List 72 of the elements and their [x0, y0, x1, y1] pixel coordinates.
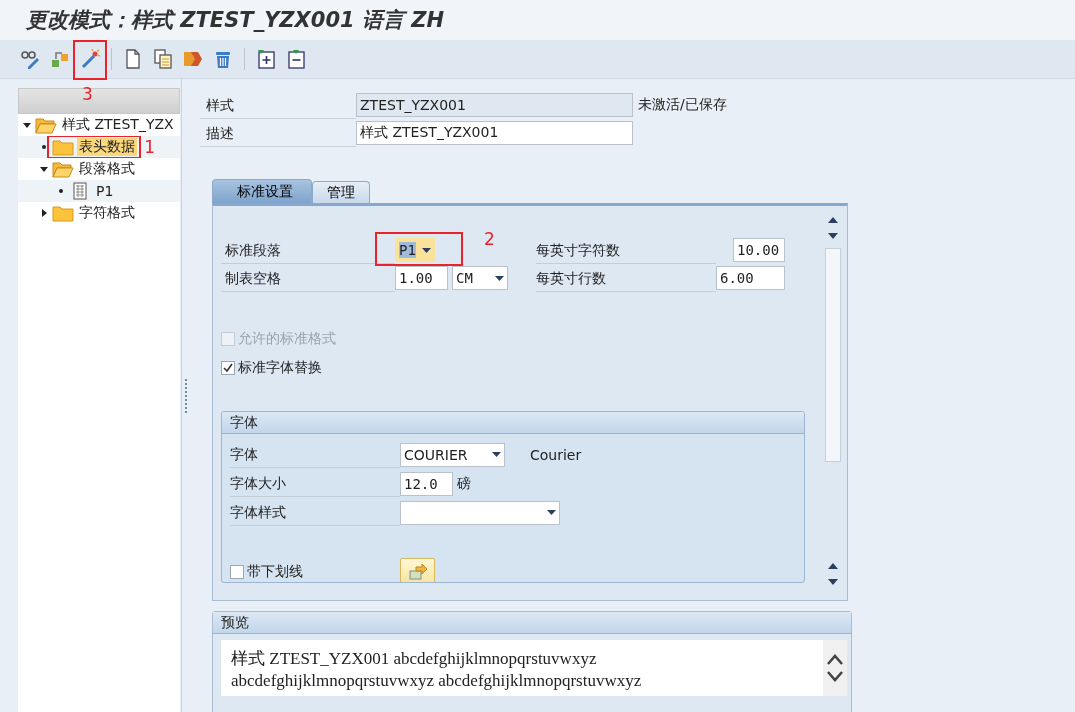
- open-folder-icon: [35, 116, 57, 134]
- arrow-tag-icon: [183, 49, 203, 69]
- field-label: 每英寸字符数: [536, 236, 716, 264]
- dropdown-arrow-icon: [492, 452, 501, 457]
- tree-item[interactable]: 字符格式: [77, 204, 137, 222]
- open-folder-icon: [52, 160, 74, 178]
- up-arrow-icon: [828, 563, 838, 569]
- blank-page-icon: [123, 49, 143, 69]
- toolbar-button[interactable]: [79, 48, 101, 70]
- preview-text: 样式 ZTEST_YZX001 abcdefghijklmnopqrstuvwxyz: [231, 648, 598, 670]
- down-arrow-icon: [828, 233, 838, 239]
- annotation-number: 1: [144, 137, 155, 157]
- bullet-icon: [42, 145, 46, 149]
- annotation-number: 2: [484, 229, 495, 249]
- tab[interactable]: 管理: [312, 181, 370, 203]
- toolbar-button[interactable]: [285, 48, 307, 70]
- status-text: 未激活/已保存: [638, 96, 727, 114]
- glasses-pencil-icon: [20, 49, 40, 69]
- unit-text: 磅: [457, 474, 471, 493]
- window-title: 更改模式：样式 ZTEST_YZX001 语言 ZH: [26, 7, 445, 34]
- panel-title: 预览: [213, 612, 851, 634]
- up-arrow-icon: [828, 217, 838, 223]
- trash-icon: [213, 49, 233, 69]
- collapse-icon: [286, 49, 306, 69]
- scrollbar-thumb[interactable]: [825, 248, 841, 462]
- toolbar-button[interactable]: [19, 48, 41, 70]
- font-name-text: Courier: [530, 446, 582, 463]
- checkmark-icon: [223, 362, 233, 373]
- checkbox[interactable]: [230, 565, 244, 579]
- expanded-arrow-icon[interactable]: [23, 122, 31, 128]
- toolbar-button[interactable]: [152, 48, 174, 70]
- toolbar-button[interactable]: [255, 48, 277, 70]
- input-field[interactable]: 6.00: [716, 266, 785, 290]
- dropdown-field[interactable]: CM: [452, 266, 508, 290]
- dropdown-field[interactable]: P1: [395, 238, 435, 262]
- folder-arrow-icon: [407, 563, 428, 581]
- dropdown-arrow-icon: [495, 275, 504, 281]
- checkbox-label: 标准字体替换: [238, 358, 322, 377]
- folder-icon: [52, 138, 74, 156]
- checkbox-label: 带下划线: [247, 563, 303, 581]
- input-field[interactable]: 样式 ZTEST_YZX001: [356, 121, 633, 145]
- splitter-grip-icon[interactable]: [185, 377, 189, 414]
- tree-item[interactable]: 表头数据: [77, 138, 137, 156]
- down-arrow-icon: [828, 579, 838, 585]
- input-field[interactable]: 10.00: [733, 238, 785, 262]
- input-field[interactable]: 12.0: [400, 471, 453, 496]
- tree-item[interactable]: 样式 ZTEST_YZX: [60, 116, 176, 134]
- checkbox[interactable]: [221, 360, 235, 375]
- annotation-box: [73, 40, 107, 80]
- group-title: 字体: [222, 412, 804, 434]
- copy-pages-icon: [153, 49, 173, 69]
- dropdown-arrow-icon: [421, 247, 431, 253]
- dropdown-arrow-icon: [547, 510, 556, 515]
- input-field[interactable]: 1.00: [395, 266, 448, 290]
- scroll-down-icon[interactable]: [827, 670, 843, 682]
- expand-icon: [256, 49, 276, 69]
- magic-wand-icon: [80, 49, 100, 69]
- checkbox-label: 允许的标准格式: [238, 329, 336, 348]
- annotation-number: 3: [82, 84, 93, 104]
- preview-text: abcdefghijklmnopqrstuvwxyz abcdefghijklmnopqrstuvwxyz: [231, 670, 643, 692]
- folder-icon: [52, 204, 74, 222]
- input-field: ZTEST_YZX001: [356, 93, 633, 117]
- collapsed-arrow-icon[interactable]: [41, 209, 47, 217]
- tab[interactable]: 标准设置: [212, 179, 312, 203]
- dropdown-field[interactable]: [400, 500, 560, 525]
- scroll-up-icon[interactable]: [827, 654, 843, 666]
- expanded-arrow-icon[interactable]: [40, 166, 48, 172]
- dropdown-field[interactable]: COURIER: [400, 442, 505, 467]
- bullet-icon: [59, 189, 63, 193]
- tree-item[interactable]: 段落格式: [77, 160, 137, 178]
- tree-item[interactable]: P1: [94, 183, 116, 199]
- squares-icon: [50, 49, 70, 69]
